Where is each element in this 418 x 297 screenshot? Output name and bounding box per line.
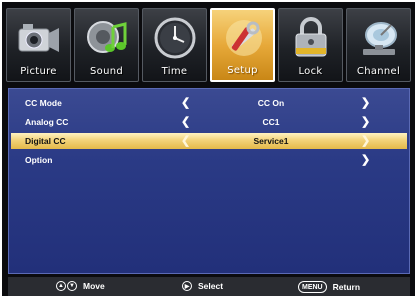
chevron-left-icon[interactable]: ❮ <box>181 115 190 128</box>
hint-move-label: Move <box>83 281 105 291</box>
chevron-left-icon[interactable]: ❮ <box>181 134 190 147</box>
hint-return: MENU Return <box>298 281 360 293</box>
row-value: CC1 <box>262 117 280 127</box>
tab-label: Time <box>161 66 188 77</box>
tab-label: Sound <box>90 66 123 77</box>
tab-label: Setup <box>227 65 258 76</box>
tab-time[interactable]: Time <box>142 8 207 82</box>
hint-move: ▲ ▼ Move <box>56 281 105 291</box>
menu-key-icon: MENU <box>298 281 327 293</box>
hint-select-label: Select <box>198 281 224 291</box>
menu-row-digital-cc[interactable]: Digital CC ❮ Service1 ❯ <box>11 133 407 149</box>
chevron-right-icon[interactable]: ❯ <box>361 153 370 166</box>
row-label: Analog CC <box>25 117 69 127</box>
tab-channel[interactable]: Channel <box>346 8 411 82</box>
row-label: Digital CC <box>25 136 66 146</box>
menu-tab-strip: Picture Sound Time Setup Lock Channel <box>6 8 412 86</box>
tab-sound[interactable]: Sound <box>74 8 139 82</box>
chevron-right-icon[interactable]: ❯ <box>361 134 370 147</box>
satellite-dish-icon <box>363 22 397 55</box>
row-label: Option <box>25 155 53 165</box>
tab-lock[interactable]: Lock <box>278 8 343 82</box>
hint-return-label: Return <box>332 282 361 292</box>
menu-row-option[interactable]: Option ❯ <box>11 152 407 168</box>
tab-setup[interactable]: Setup <box>210 8 275 82</box>
tab-picture[interactable]: Picture <box>6 8 71 82</box>
row-value: CC On <box>257 98 285 108</box>
tools-icon <box>226 20 262 56</box>
chevron-right-icon[interactable]: ❯ <box>361 96 370 109</box>
select-arrow-icon: ▶ <box>182 281 192 291</box>
camera-icon <box>18 24 59 52</box>
tab-label: Picture <box>20 66 57 77</box>
menu-row-cc-mode[interactable]: CC Mode ❮ CC On ❯ <box>11 95 407 111</box>
padlock-icon <box>295 17 327 57</box>
speaker-note-icon <box>87 21 127 53</box>
row-value: Service1 <box>253 136 289 146</box>
tv-osd-screen: Picture Sound Time Setup Lock Channel CC… <box>2 2 415 296</box>
hint-select: ▶ Select <box>182 281 223 291</box>
clock-icon <box>154 17 196 59</box>
row-label: CC Mode <box>25 98 62 108</box>
tab-label: Channel <box>356 66 401 77</box>
key-hint-bar: ▲ ▼ Move ▶ Select MENU Return <box>8 277 410 296</box>
chevron-right-icon[interactable]: ❯ <box>361 115 370 128</box>
menu-row-analog-cc[interactable]: Analog CC ❮ CC1 ❯ <box>11 114 407 130</box>
up-down-arrows-icon: ▲ ▼ <box>56 281 77 291</box>
chevron-left-icon[interactable]: ❮ <box>181 96 190 109</box>
tab-label: Lock <box>298 66 323 77</box>
closed-caption-menu-panel: CC Mode ❮ CC On ❯ Analog CC ❮ CC1 ❯ Digi… <box>8 88 410 274</box>
